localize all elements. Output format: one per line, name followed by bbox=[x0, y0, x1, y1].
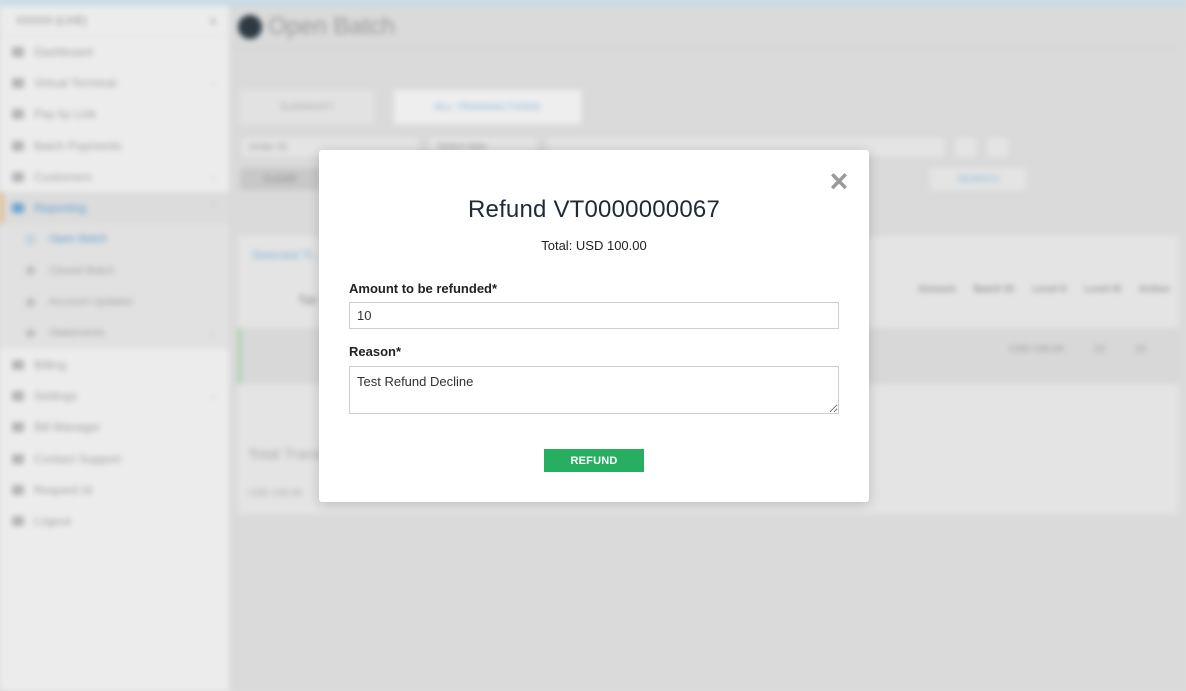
table-header: Amount Batch ID Level II Level III Actio… bbox=[918, 284, 1170, 295]
tab-summary[interactable]: SUMMARY bbox=[240, 90, 375, 124]
batch-icon bbox=[12, 140, 24, 151]
chevron-down-icon: ⌄ bbox=[208, 77, 217, 89]
link-icon bbox=[12, 109, 24, 120]
selected-transactions-label: Selected Tr... bbox=[252, 248, 323, 262]
sidebar-item-label: Billing bbox=[34, 357, 67, 372]
sidebar-subitem-account-updates[interactable]: Account Updates bbox=[0, 286, 229, 318]
sidebar-item-label: Customers bbox=[34, 169, 93, 184]
tabs: SUMMARY ALL TRANSACTIONS bbox=[240, 90, 581, 124]
sidebar-item-label: Open Batch bbox=[49, 233, 108, 246]
sidebar-item-request-id[interactable]: Request Id bbox=[0, 474, 229, 505]
sidebar-item-bill-manager[interactable]: Bill Manager bbox=[0, 412, 229, 443]
sidebar-item-label: Batch Payments bbox=[34, 138, 122, 153]
refund-modal: × Refund VT0000000067 Total: USD 100.00 … bbox=[319, 150, 869, 502]
batch-page-icon bbox=[238, 14, 262, 39]
plus-icon[interactable] bbox=[954, 136, 978, 158]
page-title: Open Batch bbox=[268, 12, 395, 40]
customers-icon bbox=[12, 171, 24, 182]
row-values: USD 100.00 23 23 bbox=[1009, 344, 1146, 355]
modal-title: Refund VT0000000067 bbox=[467, 196, 720, 223]
close-icon[interactable]: × bbox=[826, 165, 852, 197]
account-name: XXXXX (LIVE) bbox=[16, 14, 87, 27]
sidebar-item-dashboard[interactable]: Dashboard bbox=[0, 36, 229, 67]
sidebar-item-pay-by-link[interactable]: Pay by Link bbox=[0, 99, 229, 130]
sidebar-subitem-closed-batch[interactable]: Closed Batch bbox=[0, 255, 229, 287]
chevron-down-icon: ⌄ bbox=[208, 390, 217, 402]
sidebar: XXXXX (LIVE) × Dashboard Virtual Termina… bbox=[0, 6, 230, 691]
column-header: Level II bbox=[1032, 284, 1067, 295]
request-icon bbox=[12, 484, 24, 495]
reporting-icon bbox=[12, 203, 24, 214]
page-header: Open Batch bbox=[230, 6, 1186, 48]
sidebar-item-label: Statements bbox=[49, 327, 105, 340]
type-column-header: Typ bbox=[298, 294, 317, 306]
sidebar-header: XXXXX (LIVE) × bbox=[0, 6, 229, 36]
sidebar-item-label: Virtual Terminal bbox=[34, 75, 117, 90]
bill-icon bbox=[12, 422, 24, 433]
support-icon bbox=[12, 453, 24, 464]
terminal-icon bbox=[12, 77, 24, 88]
reason-textarea[interactable]: Test Refund Decline bbox=[349, 366, 839, 414]
column-header: Action bbox=[1138, 284, 1170, 295]
refund-button[interactable]: REFUND bbox=[544, 449, 644, 472]
reason-label: Reason* bbox=[349, 344, 402, 359]
sidebar-subitem-statements[interactable]: Statements ⌄ bbox=[0, 317, 229, 349]
sidebar-item-label: Pay by Link bbox=[34, 107, 97, 122]
sidebar-item-label: Contact Support bbox=[34, 451, 121, 466]
logout-icon bbox=[12, 516, 24, 527]
circle-icon bbox=[26, 266, 35, 276]
table-cell: 23 bbox=[1134, 344, 1146, 355]
sidebar-item-label: Closed Batch bbox=[49, 264, 115, 277]
chevron-down-icon: ⌄ bbox=[208, 327, 217, 339]
amount-input[interactable] bbox=[349, 302, 839, 329]
sidebar-item-reporting[interactable]: Reporting ⌃ bbox=[0, 192, 229, 224]
column-header: Level III bbox=[1084, 284, 1121, 295]
circle-icon bbox=[26, 297, 35, 307]
minus-icon[interactable] bbox=[986, 136, 1010, 158]
sidebar-item-batch-payments[interactable]: Batch Payments bbox=[0, 130, 229, 161]
sidebar-item-label: Reporting bbox=[34, 201, 87, 216]
amount-label: Amount to be refunded* bbox=[349, 281, 498, 296]
circle-icon bbox=[26, 234, 35, 244]
clear-button[interactable]: CLEAR bbox=[240, 168, 320, 190]
sidebar-item-label: Logout bbox=[34, 514, 71, 529]
sidebar-item-label: Dashboard bbox=[34, 44, 93, 59]
settings-icon bbox=[12, 390, 24, 401]
circle-icon bbox=[26, 328, 35, 338]
column-header: Batch ID bbox=[973, 284, 1015, 295]
sidebar-item-contact-support[interactable]: Contact Support bbox=[0, 443, 229, 474]
sidebar-subitem-open-batch[interactable]: Open Batch bbox=[0, 223, 229, 256]
sidebar-item-virtual-terminal[interactable]: Virtual Terminal ⌄ bbox=[0, 67, 229, 98]
column-header: Amount bbox=[917, 284, 956, 295]
sidebar-item-settings[interactable]: Settings ⌄ bbox=[0, 380, 229, 411]
sidebar-item-logout[interactable]: Logout bbox=[0, 505, 229, 536]
sidebar-close-icon[interactable]: × bbox=[209, 13, 217, 29]
sidebar-item-customers[interactable]: Customers ⌄ bbox=[0, 161, 229, 192]
total-transactions-value: USD 100.00 bbox=[248, 488, 303, 499]
chevron-down-icon: ⌄ bbox=[208, 171, 217, 183]
table-cell: 23 bbox=[1093, 344, 1105, 355]
table-cell: USD 100.00 bbox=[1009, 344, 1064, 355]
chevron-up-icon: ⌃ bbox=[208, 202, 217, 214]
sidebar-item-label: Settings bbox=[34, 388, 78, 403]
sidebar-item-billing[interactable]: Billing bbox=[0, 349, 229, 380]
billing-icon bbox=[12, 359, 24, 370]
search-button[interactable]: SEARCH bbox=[930, 168, 1026, 190]
sidebar-item-label: Account Updates bbox=[49, 296, 133, 309]
tab-all-transactions[interactable]: ALL TRANSACTIONS bbox=[394, 90, 581, 124]
dashboard-icon bbox=[12, 46, 24, 57]
modal-total: Total: USD 100.00 bbox=[541, 238, 647, 253]
sidebar-item-label: Bill Manager bbox=[34, 420, 101, 435]
sidebar-item-label: Request Id bbox=[34, 482, 93, 497]
